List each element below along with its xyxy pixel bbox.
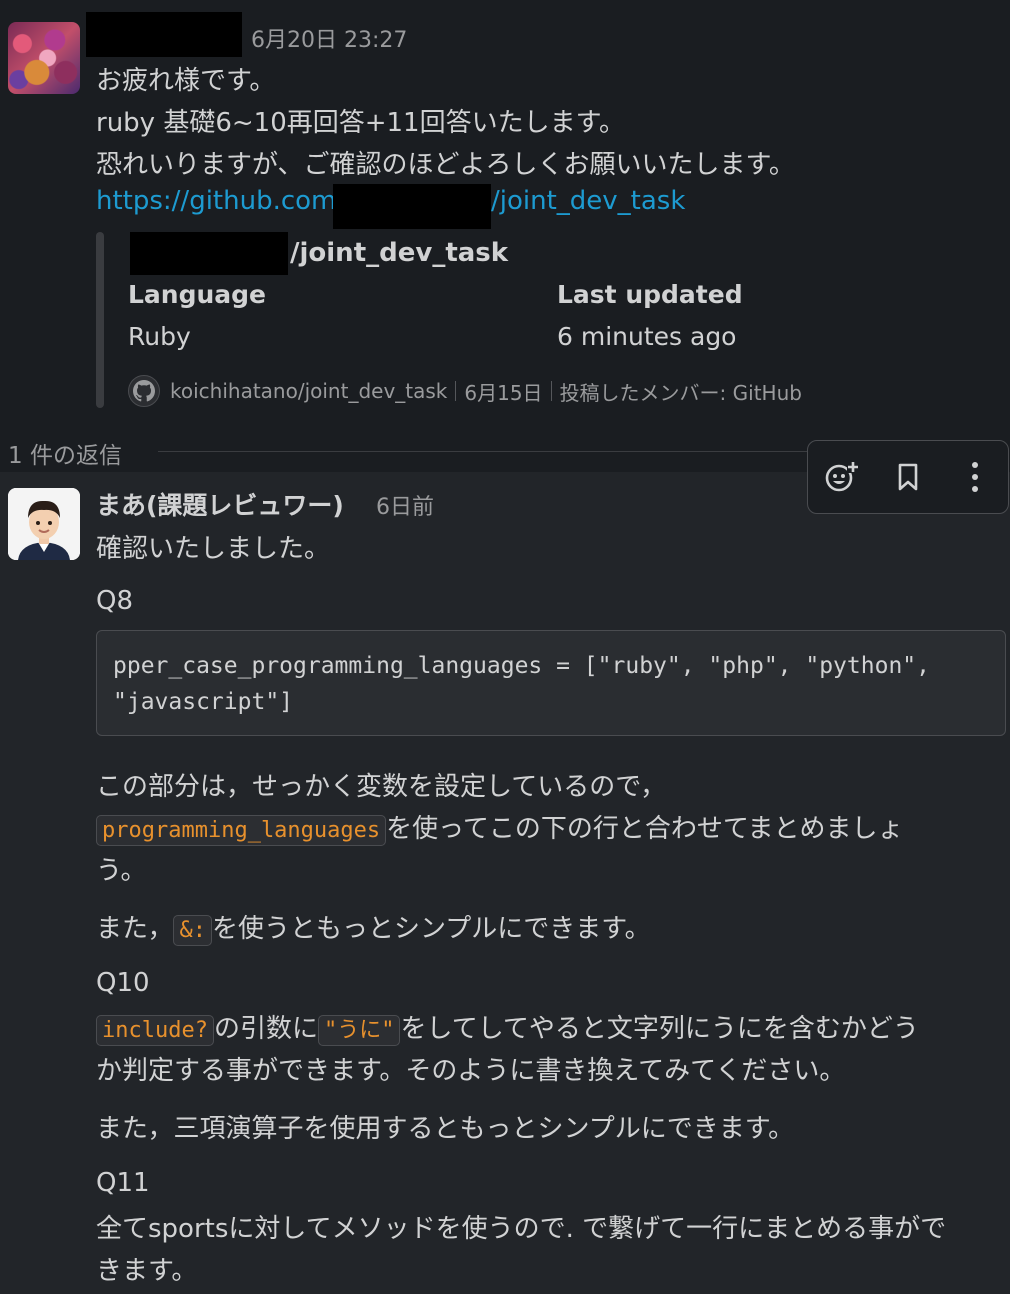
q10-comment-line-1: include? の引数に "うに" をしてしてやると文字列にうにを含むかどう (96, 1008, 919, 1046)
redacted-author-name (86, 12, 242, 57)
q8-heading: Q8 (96, 586, 134, 616)
language-value: Ruby (128, 322, 191, 351)
q8-tip-post: を使うともっとシンプルにできます。 (211, 914, 651, 944)
reviewer-avatar[interactable] (8, 488, 80, 560)
footer-date: 6月15日 (464, 380, 543, 405)
code-line: "javascript"] (113, 689, 294, 715)
unfurl-accent-bar (96, 232, 104, 408)
q10-comment-line-2: か判定する事ができます。そのように書き換えてみてください。 (96, 1056, 846, 1086)
reply-count[interactable]: 1 件の返信 (8, 436, 122, 470)
last-updated-value: 6 minutes ago (557, 322, 737, 351)
q10-heading: Q10 (96, 968, 150, 998)
code-block: pper_case_programming_languages = ["ruby… (96, 630, 1006, 736)
code-line: pper_case_programming_languages = ["ruby… (113, 653, 930, 679)
reply-divider (158, 451, 818, 452)
inline-code: include? (96, 1015, 214, 1046)
q8-tip: また， &: を使うともっとシンプルにできます。 (96, 908, 651, 946)
thread-reply-container[interactable] (0, 472, 1010, 1294)
github-icon (128, 375, 160, 407)
redacted-repo-owner (130, 232, 288, 275)
avatar[interactable] (8, 22, 80, 94)
q11-heading: Q11 (96, 1168, 150, 1198)
q8-comment-line-1: この部分は，せっかく変数を設定しているので， (96, 772, 667, 802)
bookmark-icon[interactable] (886, 455, 930, 499)
q8-tip-pre: また， (96, 914, 174, 944)
more-actions-icon[interactable] (953, 455, 997, 499)
footer-poster: 投稿したメンバー: GitHub (559, 380, 802, 405)
github-link-suffix[interactable]: /joint_dev_task (491, 186, 685, 216)
redacted-link-segment (333, 184, 491, 229)
inline-code: "うに" (317, 1015, 401, 1046)
q10-text: の引数に (213, 1014, 318, 1044)
language-label: Language (128, 280, 267, 309)
q8-comment-text: を使ってこの下の行と合わせてまとめましょ (386, 814, 904, 844)
q11-comment-line-1: 全てsportsに対してメソッドを使うので. で繋げて一行にまとめる事がで (96, 1214, 947, 1244)
inline-code: programming_languages (96, 815, 387, 846)
q8-comment-line-2: programming_languages を使ってこの下の行と合わせてまとめまし… (96, 808, 904, 846)
reply-greeting: 確認いたしました。 (96, 534, 331, 564)
inline-code: &: (173, 915, 212, 946)
reply-timestamp[interactable]: 6日前 (376, 489, 434, 521)
q10-text: をしてしてやると文字列にうにを含むかどう (400, 1014, 919, 1044)
reviewer-name[interactable]: まあ(課題レビュワー) (96, 486, 344, 522)
footer-repo[interactable]: koichihatano/joint_dev_task (170, 379, 447, 403)
q10-tip: また，三項演算子を使用するともっとシンプルにできます。 (96, 1114, 795, 1144)
message-actions-toolbar (807, 440, 1009, 514)
message-timestamp[interactable]: 6月20日 23:27 (251, 22, 407, 54)
add-reaction-icon[interactable] (819, 455, 863, 499)
message-line-2: ruby 基礎6~10再回答+11回答いたします。 (96, 108, 626, 138)
footer-divider (455, 381, 457, 401)
unfurl-footer: koichihatano/joint_dev_task 6月15日 投稿したメン… (128, 375, 802, 407)
unfurl-title[interactable]: /joint_dev_task (290, 238, 508, 268)
message-line-1: お疲れ様です。 (96, 66, 276, 96)
footer-divider (550, 381, 552, 401)
q8-comment-line-3: う。 (96, 856, 147, 886)
github-link-prefix[interactable]: https://github.com/ (96, 186, 345, 216)
last-updated-label: Last updated (557, 280, 743, 309)
message-line-3: 恐れいりますが、ご確認のほどよろしくお願いいたします。 (96, 150, 795, 180)
q11-comment-line-2: きます。 (96, 1256, 198, 1286)
